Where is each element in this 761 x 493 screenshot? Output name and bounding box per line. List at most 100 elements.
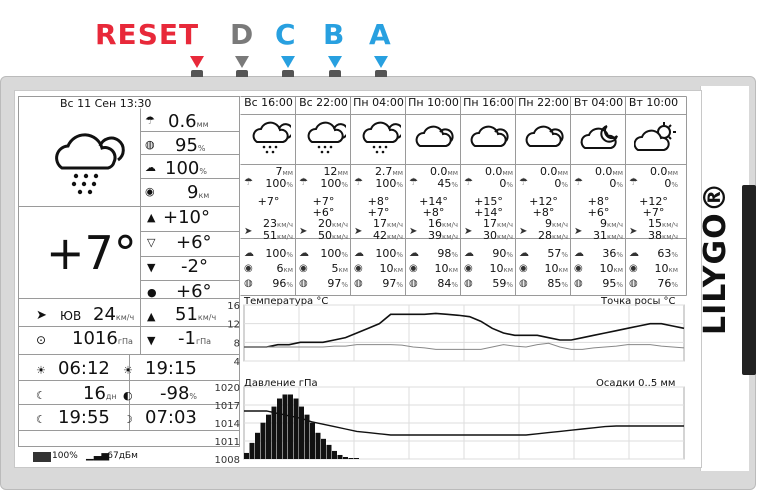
y-tick-label: 4 bbox=[234, 357, 240, 368]
eye-icon: ◉ bbox=[519, 263, 528, 274]
umbrella-icon: ☂ bbox=[145, 114, 155, 127]
forecast-column: Пн 04:00 ☂ 2.7мм 100% +8° +7° ➤ 17км/ч 4… bbox=[351, 96, 406, 296]
cloud-small-icon: ☁ bbox=[145, 161, 156, 174]
umbrella-icon: ☂ bbox=[629, 177, 638, 188]
eye-icon: ◉ bbox=[464, 263, 473, 274]
forecast-cloud: 97% bbox=[327, 277, 348, 290]
precip-bar bbox=[299, 406, 304, 459]
c-label: C bbox=[275, 18, 297, 51]
forecast-temp-high: +7° bbox=[257, 195, 280, 208]
sunrise-icon: ☀ bbox=[36, 364, 46, 377]
humidity-icon: ☁ bbox=[464, 248, 474, 259]
b-label: B bbox=[323, 18, 346, 51]
forecast-humidity: 90% bbox=[492, 247, 513, 260]
humidity-icon: ☁ bbox=[629, 248, 639, 259]
forecast-humidity: 57% bbox=[547, 247, 568, 260]
umbrella-icon: ☂ bbox=[244, 177, 253, 188]
brand-logo: LILYGO® bbox=[698, 181, 733, 335]
eye-icon: ◉ bbox=[629, 263, 638, 274]
temp-dmin: -2° bbox=[181, 256, 208, 277]
cloud-sun-icon bbox=[634, 122, 676, 151]
forecast-column: Вт 10:00 ☂ 0.0мм 0% +12° +7° ➤ 15км/ч 38… bbox=[626, 96, 681, 296]
c-button[interactable] bbox=[282, 70, 294, 77]
cloud-cover-icon: ◍ bbox=[244, 278, 253, 289]
forecast-time: Пн 16:00 bbox=[463, 96, 514, 109]
wind-arrow-icon: ➤ bbox=[409, 226, 418, 237]
forecast-prob: 100% bbox=[320, 177, 348, 190]
cloud-cover-icon: ◍ bbox=[354, 278, 363, 289]
cloud-cover-icon: ◍ bbox=[464, 278, 473, 289]
temp-max: +10° bbox=[163, 207, 210, 228]
precip-bar bbox=[321, 438, 326, 459]
wind-arrow-icon: ➤ bbox=[244, 226, 253, 237]
forecast-gust: 39км/ч bbox=[427, 229, 458, 242]
battery-level: 100% bbox=[52, 451, 78, 461]
ptrend-icon: ▼ bbox=[147, 334, 156, 347]
rain-cloud-icon bbox=[362, 121, 401, 154]
forecast-prob: 100% bbox=[375, 177, 403, 190]
forecast-column: Пн 10:00 ☂ 0.0мм 45% +14° +8° ➤ 16км/ч 3… bbox=[406, 96, 461, 296]
precip-bar bbox=[288, 394, 293, 459]
reset-button[interactable] bbox=[191, 70, 203, 77]
tmin-icon: ▽ bbox=[147, 236, 156, 249]
cloud-cover-icon: ◍ bbox=[574, 278, 583, 289]
pressure-icon: ⊙ bbox=[36, 333, 47, 347]
precip-bar bbox=[255, 432, 260, 459]
precip-bar bbox=[343, 456, 348, 459]
forecast-time: Пн 04:00 bbox=[353, 96, 404, 109]
moon-icon: ☾ bbox=[36, 389, 46, 402]
moon-elev: -98% bbox=[160, 383, 198, 404]
y-tick-label: 1008 bbox=[215, 455, 240, 464]
dew-point: +6° bbox=[176, 281, 212, 302]
umbrella-icon: ☂ bbox=[519, 177, 528, 188]
rain-cloud-icon bbox=[55, 133, 125, 195]
forecast-cloud: 96% bbox=[272, 277, 293, 290]
precip-bar bbox=[249, 442, 255, 459]
current-humidity: 95% bbox=[175, 135, 206, 156]
wind-speed: 24км/ч bbox=[93, 304, 135, 325]
umbrella-icon: ☂ bbox=[574, 177, 583, 188]
forecast-humidity: 100% bbox=[375, 247, 403, 260]
precip-bar bbox=[326, 444, 332, 459]
forecast-visibility: 10км bbox=[654, 262, 678, 275]
current-rain: 0.6мм bbox=[168, 111, 209, 132]
d-arrow-icon bbox=[235, 56, 249, 68]
gust-icon: ▲ bbox=[147, 310, 156, 323]
humidity-icon: ☁ bbox=[574, 248, 584, 259]
forecast-column: Вс 22:00 ☂ 12мм 100% +7° +6° ➤ 20км/ч 50… bbox=[296, 96, 351, 296]
forecast-visibility: 6км bbox=[276, 262, 293, 275]
current-visibility: 9км bbox=[187, 182, 210, 203]
precip-bar bbox=[354, 457, 359, 459]
forecast-visibility: 10км bbox=[489, 262, 513, 275]
eye-icon: ◉ bbox=[574, 263, 583, 274]
moonrise: 19:55 bbox=[58, 407, 110, 428]
sunset-icon: ☀ bbox=[123, 364, 133, 377]
current-datetime: Вс 11 Сен 13:30 bbox=[60, 97, 152, 110]
y-tick-label: 12 bbox=[227, 320, 240, 331]
d-label: D bbox=[230, 18, 255, 51]
forecast-humidity: 100% bbox=[265, 247, 293, 260]
wind-arrow-icon: ➤ bbox=[354, 226, 363, 237]
cloud-icon bbox=[470, 125, 509, 147]
forecast-gust: 28км/ч bbox=[537, 229, 568, 242]
b-button[interactable] bbox=[329, 70, 341, 77]
forecast-cloud: 97% bbox=[382, 277, 403, 290]
umbrella-icon: ☂ bbox=[354, 177, 363, 188]
rssi: -67дБм bbox=[104, 451, 138, 461]
cloud-cover-icon: ◍ bbox=[409, 278, 418, 289]
eye-icon: ◉ bbox=[244, 263, 253, 274]
forecast-gust: 42км/ч bbox=[372, 229, 403, 242]
forecast-visibility: 10км bbox=[599, 262, 623, 275]
d-button[interactable] bbox=[236, 70, 248, 77]
a-button[interactable] bbox=[375, 70, 387, 77]
forecast-prob: 45% bbox=[437, 177, 458, 190]
precip-bar bbox=[348, 457, 354, 459]
wind-arrow-icon: ➤ bbox=[519, 226, 528, 237]
forecast-prob: 0% bbox=[499, 177, 513, 190]
cloud-icon bbox=[415, 125, 454, 147]
y-tick-label: 1011 bbox=[215, 437, 240, 448]
precip-bar bbox=[260, 422, 266, 459]
precip-bar bbox=[337, 454, 343, 459]
b-arrow-icon bbox=[328, 56, 342, 68]
forecast-humidity: 63% bbox=[657, 247, 678, 260]
